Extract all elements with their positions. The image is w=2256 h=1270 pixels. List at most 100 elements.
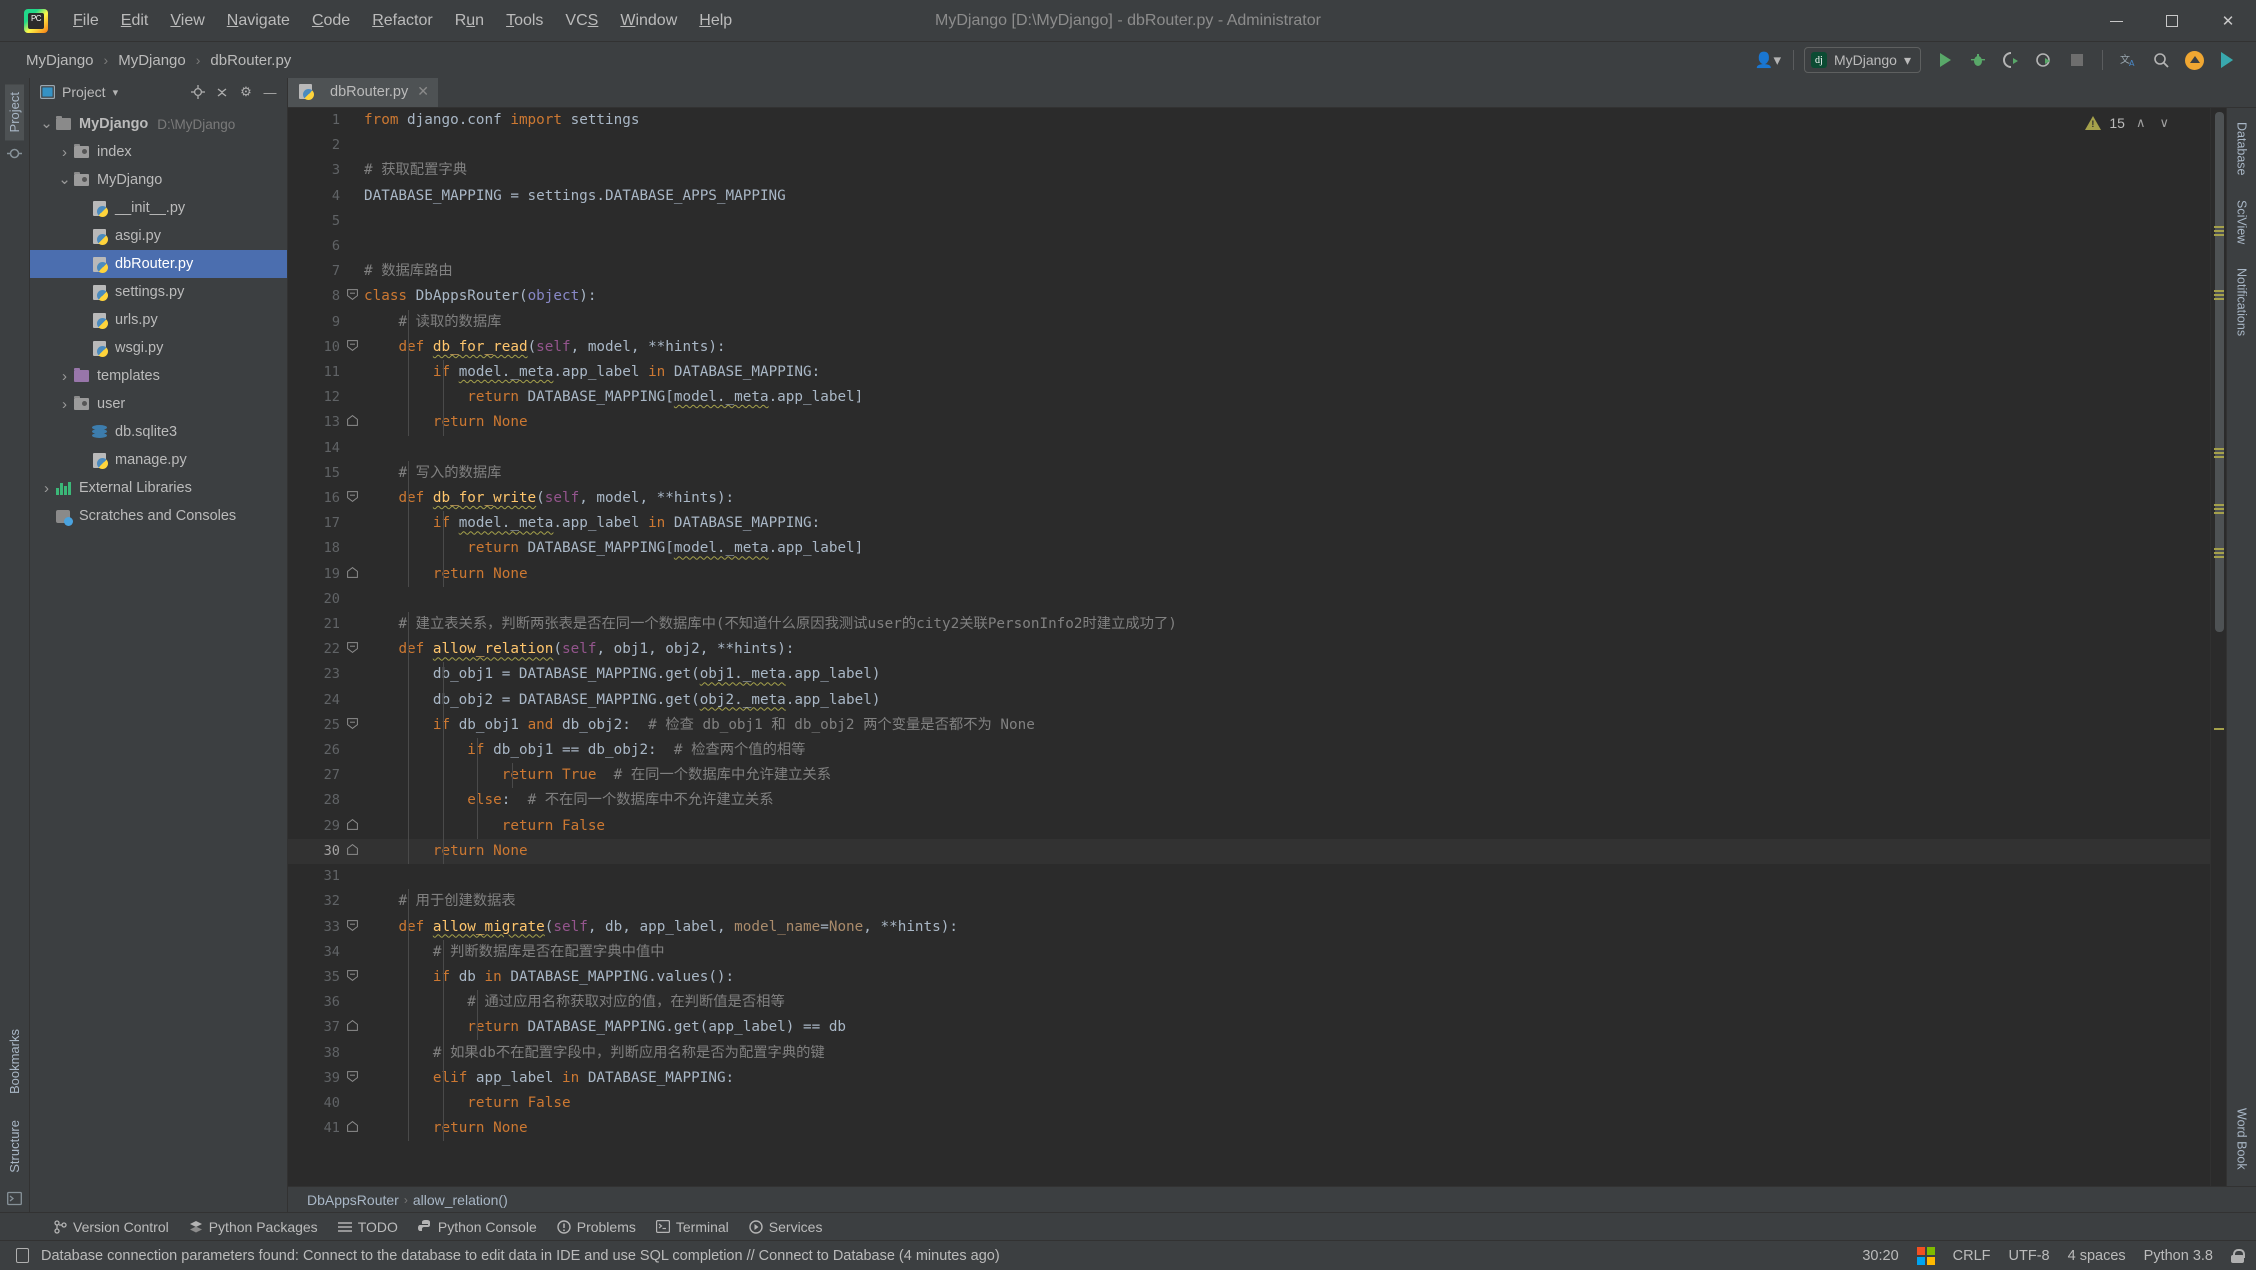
update-icon[interactable] xyxy=(2179,46,2209,74)
profile-icon[interactable] xyxy=(2029,46,2059,74)
minimize-button[interactable] xyxy=(2088,0,2144,42)
fold-collapse-icon[interactable] xyxy=(340,1066,364,1091)
code-line[interactable]: 9 # 读取的数据库 xyxy=(288,310,2210,335)
code-editor[interactable]: 15 ∧ ∨ 1from django.conf import settings… xyxy=(288,108,2210,1186)
code-line[interactable]: 18 return DATABASE_MAPPING[model._meta.a… xyxy=(288,536,2210,561)
code-line[interactable]: 39 elif app_label in DATABASE_MAPPING: xyxy=(288,1066,2210,1091)
code-line[interactable]: 15 # 写入的数据库 xyxy=(288,461,2210,486)
fold-end-icon[interactable] xyxy=(340,410,364,435)
inspection-marker[interactable] xyxy=(2214,294,2224,296)
tree-item-init-py[interactable]: __init__.py xyxy=(30,194,287,222)
code-line[interactable]: 24 db_obj2 = DATABASE_MAPPING.get(obj2._… xyxy=(288,688,2210,713)
inspection-marker[interactable] xyxy=(2214,448,2224,450)
fold-end-icon[interactable] xyxy=(340,814,364,839)
fold-collapse-icon[interactable] xyxy=(340,713,364,738)
status-message[interactable]: Database connection parameters found: Co… xyxy=(41,1248,1000,1264)
run-icon[interactable] xyxy=(1930,46,1960,74)
line-separator[interactable]: CRLF xyxy=(1953,1248,1991,1264)
menu-tools[interactable]: Tools xyxy=(495,8,554,34)
inspection-marker[interactable] xyxy=(2214,512,2224,514)
inspection-marker[interactable] xyxy=(2214,298,2224,300)
breadcrumb-project[interactable]: MyDjango xyxy=(22,50,98,71)
menu-window[interactable]: Window xyxy=(609,8,688,34)
close-tab-icon[interactable]: ✕ xyxy=(417,83,429,100)
tree-item-manage-py[interactable]: manage.py xyxy=(30,446,287,474)
tree-item-external-libraries[interactable]: ›External Libraries xyxy=(30,474,287,502)
inspection-marker[interactable] xyxy=(2214,556,2224,558)
tool-window-python-packages[interactable]: Python Packages xyxy=(179,1216,328,1238)
previous-problem-icon[interactable]: ∧ xyxy=(2133,115,2149,131)
code-line[interactable]: 19 return None xyxy=(288,562,2210,587)
chevron-down-icon[interactable]: ▾ xyxy=(113,86,119,99)
sidebar-item-project[interactable]: Project xyxy=(5,84,24,140)
fold-collapse-icon[interactable] xyxy=(340,335,364,360)
debug-icon[interactable] xyxy=(1963,46,1993,74)
fold-collapse-icon[interactable] xyxy=(340,486,364,511)
chevron-right-icon[interactable]: › xyxy=(38,480,55,497)
fold-collapse-icon[interactable] xyxy=(340,965,364,990)
code-line[interactable]: 4DATABASE_MAPPING = settings.DATABASE_AP… xyxy=(288,184,2210,209)
run-configuration-selector[interactable]: dj MyDjango ▾ xyxy=(1804,47,1921,73)
sidebar-item-word-book[interactable]: Word Book xyxy=(2233,1102,2251,1176)
sidebar-item-bookmarks[interactable]: Bookmarks xyxy=(5,1021,24,1102)
breadcrumb-class[interactable]: DbAppsRouter xyxy=(302,1192,404,1208)
chevron-down-icon[interactable]: ⌄ xyxy=(56,176,73,184)
code-line[interactable]: 32 # 用于创建数据表 xyxy=(288,889,2210,914)
code-line[interactable]: 38 # 如果db不在配置字段中，判断应用名称是否为配置字典的键 xyxy=(288,1041,2210,1066)
inspection-marker[interactable] xyxy=(2214,552,2224,554)
tool-window-terminal[interactable]: Terminal xyxy=(646,1216,739,1238)
project-tree[interactable]: ⌄MyDjangoD:\MyDjango›index⌄MyDjango__ini… xyxy=(30,106,287,1212)
tree-item-scratches-and-consoles[interactable]: Scratches and Consoles xyxy=(30,502,287,530)
inspection-marker[interactable] xyxy=(2214,456,2224,458)
fold-end-icon[interactable] xyxy=(340,1116,364,1141)
inspection-marker[interactable] xyxy=(2214,504,2224,506)
notification-icon[interactable] xyxy=(16,1248,29,1263)
sidebar-item-notifications[interactable]: Notifications xyxy=(2233,262,2251,342)
commit-icon[interactable] xyxy=(7,146,22,161)
ide-assistant-icon[interactable] xyxy=(2212,46,2242,74)
code-line[interactable]: 8class DbAppsRouter(object): xyxy=(288,284,2210,309)
code-line[interactable]: 20 xyxy=(288,587,2210,612)
code-line[interactable]: 5 xyxy=(288,209,2210,234)
menu-vcs[interactable]: VCS xyxy=(554,8,609,34)
file-encoding[interactable]: UTF-8 xyxy=(2009,1248,2050,1264)
hide-panel-icon[interactable]: — xyxy=(259,81,281,103)
code-line[interactable]: 26 if db_obj1 == db_obj2: # 检查两个值的相等 xyxy=(288,738,2210,763)
tree-item-mydjango[interactable]: ⌄MyDjango xyxy=(30,166,287,194)
editor-marker-scrollbar[interactable] xyxy=(2210,108,2226,1186)
fold-end-icon[interactable] xyxy=(340,562,364,587)
tool-window-todo[interactable]: TODO xyxy=(328,1216,408,1238)
tree-item-urls-py[interactable]: urls.py xyxy=(30,306,287,334)
menu-run[interactable]: Run xyxy=(444,8,495,34)
menu-file[interactable]: File xyxy=(62,8,110,34)
fold-collapse-icon[interactable] xyxy=(340,637,364,662)
editor-tab-dbrouter[interactable]: dbRouter.py ✕ xyxy=(288,78,438,107)
code-line[interactable]: 12 return DATABASE_MAPPING[model._meta.a… xyxy=(288,385,2210,410)
code-line[interactable]: 11 if model._meta.app_label in DATABASE_… xyxy=(288,360,2210,385)
code-line[interactable]: 31 xyxy=(288,864,2210,889)
chevron-right-icon[interactable]: › xyxy=(56,144,73,161)
code-line[interactable]: 21 # 建立表关系，判断两张表是否在同一个数据库中(不知道什么原因我测试use… xyxy=(288,612,2210,637)
menu-navigate[interactable]: Navigate xyxy=(216,8,301,34)
chevron-down-icon[interactable]: ⌄ xyxy=(38,120,55,128)
tree-item-index[interactable]: ›index xyxy=(30,138,287,166)
next-problem-icon[interactable]: ∨ xyxy=(2156,115,2172,131)
tool-window-problems[interactable]: Problems xyxy=(547,1216,646,1238)
code-line[interactable]: 14 xyxy=(288,436,2210,461)
inspection-marker[interactable] xyxy=(2214,226,2224,228)
code-line[interactable]: 13 return None xyxy=(288,410,2210,435)
run-with-coverage-icon[interactable] xyxy=(1996,46,2026,74)
menu-view[interactable]: View xyxy=(159,8,215,34)
code-line[interactable]: 33 def allow_migrate(self, db, app_label… xyxy=(288,915,2210,940)
inspection-marker[interactable] xyxy=(2214,230,2224,232)
close-button[interactable]: ✕ xyxy=(2200,0,2256,42)
python-interpreter[interactable]: Python 3.8 xyxy=(2144,1248,2213,1264)
locate-icon[interactable] xyxy=(187,81,209,103)
inspection-marker[interactable] xyxy=(2214,728,2224,730)
code-line[interactable]: 3# 获取配置字典 xyxy=(288,158,2210,183)
inspection-marker[interactable] xyxy=(2214,452,2224,454)
code-line[interactable]: 30 return None xyxy=(288,839,2210,864)
sidebar-item-database[interactable]: Database xyxy=(2233,116,2251,182)
code-line[interactable]: 29 return False xyxy=(288,814,2210,839)
breadcrumb-module[interactable]: MyDjango xyxy=(114,50,190,71)
